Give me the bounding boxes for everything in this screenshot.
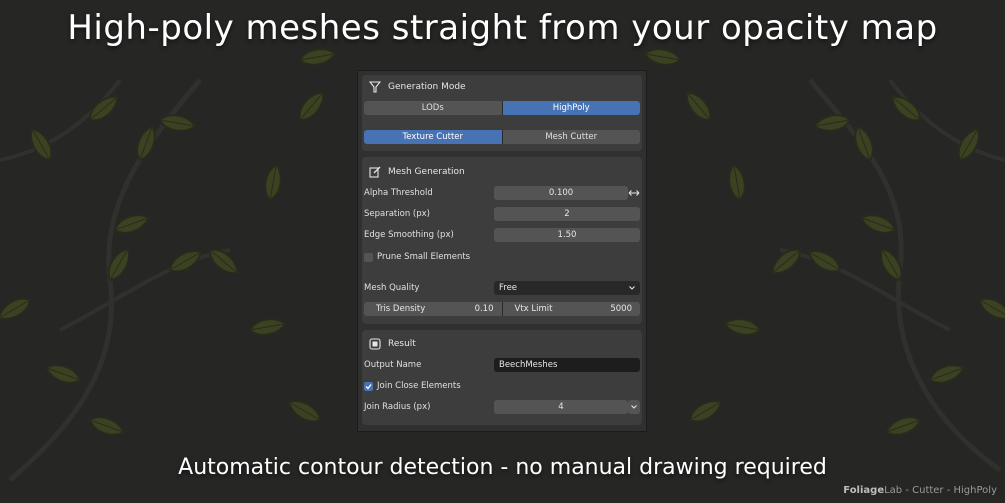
mesh-quality-row: Mesh Quality Free: [364, 281, 640, 295]
mesh-generation-section: Mesh Generation Alpha Threshold 0.100 Se…: [362, 157, 642, 324]
alpha-threshold-row: Alpha Threshold 0.100: [364, 186, 640, 200]
tris-density-label: Tris Density: [376, 304, 426, 314]
mode-toggle: LODs HighPoly: [364, 101, 640, 115]
separation-label: Separation (px): [364, 209, 430, 219]
headline: High-poly meshes straight from your opac…: [67, 8, 938, 48]
result-header[interactable]: Result: [368, 335, 416, 353]
subline: Automatic contour detection - no manual …: [178, 455, 827, 480]
properties-panel: Generation Mode LODs HighPoly Texture Cu…: [357, 70, 647, 432]
mesh-quality-value: Free: [499, 283, 518, 293]
filter-funnel-icon: [368, 80, 382, 94]
brand-rest: Lab - Cutter - HighPoly: [884, 485, 997, 496]
checkmark-icon: [365, 383, 372, 389]
generation-mode-header[interactable]: Generation Mode: [368, 78, 466, 96]
mesh-cutter-button[interactable]: Mesh Cutter: [501, 130, 640, 144]
separation-row: Separation (px) 2: [364, 207, 640, 221]
brand-bold: Foliage: [843, 485, 885, 496]
result-square-icon: [368, 337, 382, 351]
output-name-row: Output Name BeechMeshes: [364, 358, 640, 372]
join-radius-row: Join Radius (px) 4: [364, 400, 640, 414]
edge-smoothing-label: Edge Smoothing (px): [364, 230, 454, 240]
texture-cutter-button[interactable]: Texture Cutter: [364, 130, 502, 144]
edge-smoothing-field[interactable]: 1.50: [494, 228, 640, 242]
join-label: Join Close Elements: [377, 381, 461, 391]
tris-density-value: 0.10: [474, 304, 494, 314]
join-checkbox-box[interactable]: [364, 381, 373, 391]
edge-smoothing-row: Edge Smoothing (px) 1.50: [364, 228, 640, 242]
density-limit-row: Tris Density 0.10 Vtx Limit 5000: [364, 302, 640, 316]
brand-caption: FoliageLab - Cutter - HighPoly: [843, 485, 997, 496]
join-radius-field[interactable]: 4: [494, 400, 628, 414]
generation-mode-section: Generation Mode LODs HighPoly Texture Cu…: [362, 75, 642, 151]
swap-arrows-icon[interactable]: [628, 186, 640, 200]
lods-button[interactable]: LODs: [364, 101, 502, 115]
vtx-limit-value: 5000: [610, 304, 632, 314]
join-close-elements-checkbox[interactable]: Join Close Elements: [364, 380, 461, 392]
alpha-threshold-field[interactable]: 0.100: [494, 186, 628, 200]
prune-small-elements-checkbox[interactable]: Prune Small Elements: [364, 251, 470, 263]
prune-checkbox-box[interactable]: [364, 252, 373, 262]
prune-label: Prune Small Elements: [377, 252, 471, 262]
mesh-generation-header[interactable]: Mesh Generation: [368, 163, 465, 181]
chevron-down-icon: [628, 284, 636, 295]
cutter-toggle: Texture Cutter Mesh Cutter: [364, 130, 640, 144]
output-name-label: Output Name: [364, 360, 422, 370]
mesh-quality-dropdown[interactable]: Free: [494, 281, 640, 295]
mesh-generation-title: Mesh Generation: [388, 167, 465, 177]
alpha-threshold-label: Alpha Threshold: [364, 188, 433, 198]
output-name-input[interactable]: BeechMeshes: [494, 358, 640, 372]
tris-density-field[interactable]: Tris Density 0.10: [364, 302, 502, 316]
result-section: Result Output Name BeechMeshes Join Clos…: [362, 330, 642, 425]
vtx-limit-field[interactable]: Vtx Limit 5000: [501, 302, 640, 316]
chevron-down-icon[interactable]: [628, 400, 640, 414]
mesh-quality-label: Mesh Quality: [364, 283, 420, 293]
vtx-limit-label: Vtx Limit: [514, 304, 553, 314]
highpoly-button[interactable]: HighPoly: [501, 101, 640, 115]
generation-mode-title: Generation Mode: [388, 82, 466, 92]
edit-mesh-icon: [368, 165, 382, 179]
join-radius-label: Join Radius (px): [364, 402, 431, 412]
separation-field[interactable]: 2: [494, 207, 640, 221]
result-title: Result: [388, 339, 416, 349]
join-radius-value: 4: [558, 402, 564, 412]
